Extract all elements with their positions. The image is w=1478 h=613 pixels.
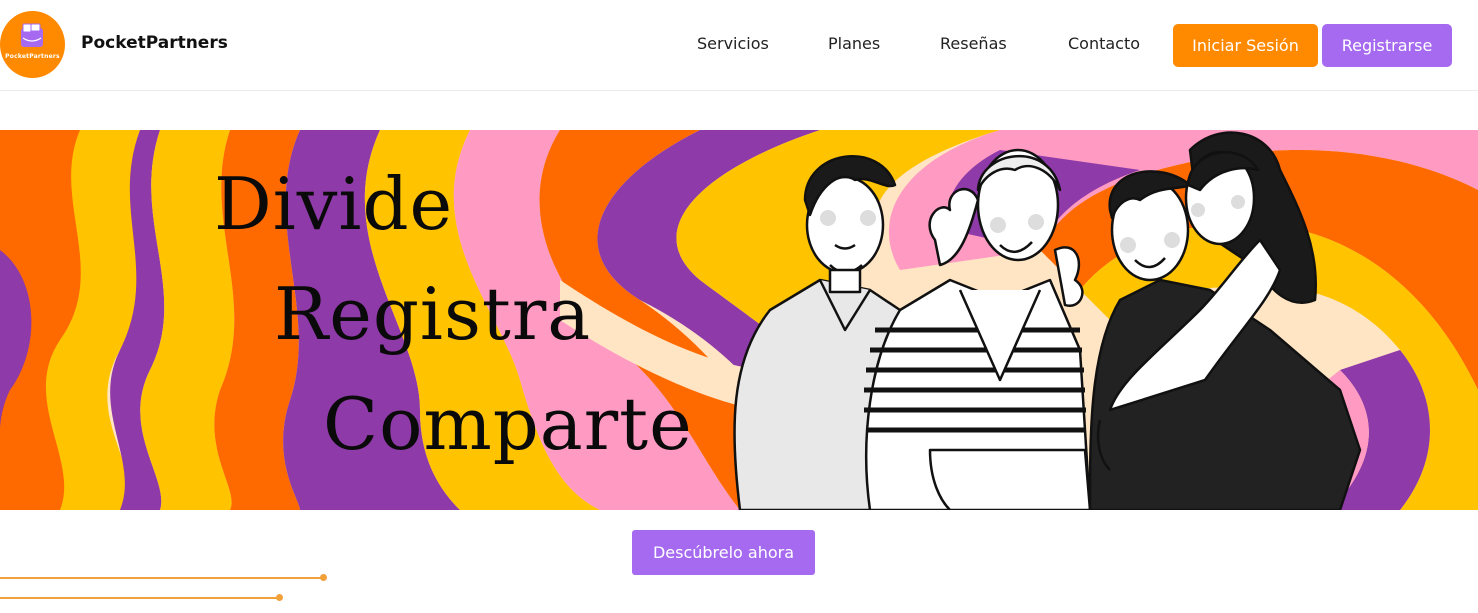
nav-contacto[interactable]: Contacto [1068, 34, 1140, 53]
site-header: PocketPartners PocketPartners Servicios … [0, 0, 1478, 91]
nav-planes[interactable]: Planes [828, 34, 880, 53]
pocket-wallet-icon [21, 23, 43, 47]
register-button[interactable]: Registrarse [1322, 24, 1452, 67]
hero-word-divide: Divide [214, 162, 454, 246]
login-button[interactable]: Iniciar Sesión [1173, 24, 1318, 67]
brand-name[interactable]: PocketPartners [81, 33, 228, 53]
hero-headline: Divide Registra Comparte [0, 130, 760, 510]
discover-button[interactable]: Descúbrelo ahora [632, 530, 815, 575]
decor-line-top [0, 577, 322, 579]
decor-line-bottom [0, 597, 278, 599]
hero-word-registra: Registra [274, 272, 592, 356]
decor-dot-bottom [276, 594, 283, 601]
decor-dot-top [320, 574, 327, 581]
nav-resenas[interactable]: Reseñas [940, 34, 1007, 53]
nav-servicios[interactable]: Servicios [697, 34, 769, 53]
logo-caption: PocketPartners [5, 53, 60, 60]
logo[interactable]: PocketPartners [0, 11, 65, 78]
hero-word-comparte: Comparte [323, 382, 693, 466]
hero-banner: Divide Registra Comparte [0, 130, 1478, 510]
